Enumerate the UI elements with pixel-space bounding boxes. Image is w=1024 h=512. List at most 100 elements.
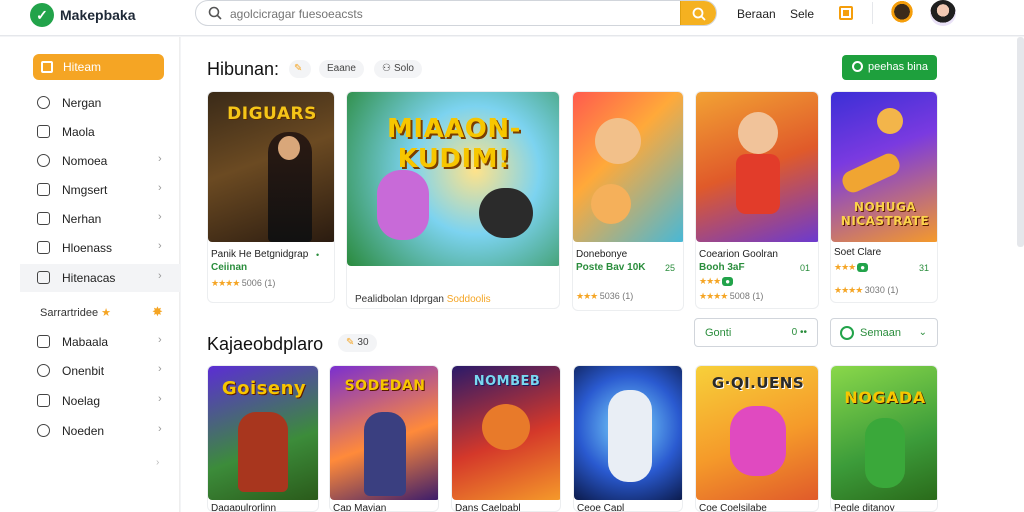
section-label: Sarrartridee: [40, 307, 99, 319]
sidebar-item-label: Hiteam: [63, 60, 102, 74]
game-rating-count: 5036 (1): [599, 291, 634, 301]
game-art-title: NOMBEB: [473, 374, 541, 389]
game-card-9[interactable]: Ceoe Capl: [573, 365, 683, 512]
game-card-8[interactable]: NOMBEB Dans Caelpabl: [451, 365, 561, 512]
game-card-4[interactable]: Coearion Goolran Booh 3aF ★★★ ● ★★★★ 5008…: [695, 91, 819, 309]
sidebar-item-5[interactable]: Nerhan ›: [20, 205, 180, 233]
game-card-1[interactable]: DIGUARS Panik He Betgnidgrap Ceiinan ★★★…: [207, 91, 335, 303]
chevron-right-icon: ›: [158, 363, 162, 375]
sidebar-item-9[interactable]: Onenbit ›: [20, 357, 180, 385]
chip-filter-1[interactable]: Eaane: [319, 60, 364, 78]
game-rating: ★★★★ 5006 (1): [211, 278, 275, 289]
game-card-7[interactable]: SODEDAN Cap Mayian: [329, 365, 439, 512]
game-artwork: [696, 92, 818, 242]
sidebar-item-11[interactable]: Noeden ›: [20, 417, 180, 445]
search-input[interactable]: [230, 5, 670, 23]
sidebar-item-3[interactable]: Nomoea ›: [20, 147, 180, 175]
bookmark-icon: [37, 125, 50, 138]
sidebar-item-label: Nergan: [62, 96, 102, 110]
game-name-text: Pealidbolan Idprgan: [355, 294, 444, 305]
game-card-5[interactable]: NOHUGA NICASTRATE Soet Clare ★★★ ● ★★★★ 3…: [830, 91, 938, 303]
grid-icon: [37, 212, 50, 225]
game-name: Ceoe Capl: [577, 503, 625, 512]
brand-name[interactable]: Makepbaka: [60, 7, 135, 23]
boy-face: [595, 118, 641, 164]
game-badge: 25: [665, 263, 676, 273]
game-name: Dagapulrorlinn: [211, 503, 277, 512]
filter-label: Semaan: [860, 327, 901, 339]
chip-icon-button[interactable]: ✎: [289, 60, 311, 78]
filter-circle-icon: [840, 326, 854, 340]
vertical-scrollbar[interactable]: [1017, 37, 1024, 247]
monitor-icon: [37, 183, 50, 196]
user-avatar[interactable]: [930, 0, 956, 26]
chevron-right-icon: ›: [158, 240, 162, 252]
sidebar-item-label: Maola: [62, 125, 95, 139]
game-card-6[interactable]: Goiseny Dagapulrorlinn: [207, 365, 319, 512]
sidebar-item-label: Nerhan: [62, 212, 102, 226]
chevron-right-icon: ›: [158, 182, 162, 194]
game-art-title: SODEDAN: [344, 378, 426, 394]
document-icon: [37, 241, 50, 254]
game-artwork: MIAAON-KUDIM!: [347, 92, 559, 266]
rabbit-figure: [608, 390, 652, 482]
game-card-3[interactable]: Donebonye Poste Bav 10K ★★★ 5036 (1) 25: [572, 91, 684, 311]
notification-icon[interactable]: [839, 6, 853, 20]
tag-icon: ✎: [294, 63, 303, 74]
sidebar-item-4[interactable]: Nmgsert ›: [20, 176, 180, 204]
sidebar-item-active[interactable]: Hiteam: [33, 54, 164, 80]
more-chevron-icon[interactable]: ›: [156, 457, 159, 468]
chip-count[interactable]: ✎ 30: [338, 334, 377, 352]
rating-stars-icon: ★★★★: [699, 291, 728, 301]
filter-dropdown-1[interactable]: Gonti 0 ••: [694, 318, 818, 347]
star-icon: ★: [101, 307, 112, 319]
chip-filter-2[interactable]: ⚇ Solo: [374, 60, 422, 78]
game-name: Coearion Goolran: [699, 249, 778, 260]
game-artwork: G·QI.UENS: [696, 366, 818, 500]
game-artwork: NOGADA: [831, 366, 937, 500]
pink-creature: [730, 406, 786, 476]
sidebar-item-1[interactable]: Nergan: [20, 89, 180, 117]
search-button[interactable]: [680, 1, 716, 25]
header-link-2[interactable]: Sele: [790, 7, 814, 21]
game-rating-count: 5008 (1): [729, 291, 764, 301]
sidebar-item-label: Nomoea: [62, 154, 108, 168]
chevron-right-icon: ›: [158, 153, 162, 165]
game-artwork: NOHUGA NICASTRATE: [831, 92, 937, 242]
green-action-button[interactable]: peehas bina: [842, 55, 937, 80]
game-subtitle: Booh 3aF: [699, 262, 745, 273]
list-icon: [37, 271, 50, 284]
app-logo-icon[interactable]: ✓: [30, 3, 54, 27]
game-name: Donebonye: [576, 249, 628, 260]
ninja-figure: [364, 412, 406, 496]
search-bar: [195, 0, 717, 26]
rating-stars-icon: ★★★★: [211, 278, 240, 288]
sidebar-item-6[interactable]: Hloenass ›: [20, 234, 180, 262]
rating-stars-icon: ★★★: [699, 276, 721, 286]
game-card-2-featured[interactable]: MIAAON-KUDIM! Pealidbolan Idprgan Soddoo…: [346, 91, 560, 309]
calculator-icon: [37, 335, 50, 348]
game-card-10[interactable]: G·QI.UENS Coe Coelsilabe: [695, 365, 819, 512]
filter-indicator: 0 ••: [791, 327, 807, 338]
game-art-title: G·QI.UENS: [711, 374, 805, 392]
dark-creature: [479, 188, 533, 238]
game-card-11[interactable]: NOGADA Pegle ditanoy: [830, 365, 938, 512]
rating-stars-icon: ★★★: [576, 291, 598, 301]
game-badge: 01: [800, 263, 811, 273]
filter-dropdown-2[interactable]: Semaan ⌄: [830, 318, 938, 347]
chevron-right-icon: ›: [158, 211, 162, 223]
green-action-label: peehas bina: [868, 61, 928, 73]
game-artwork: [574, 366, 682, 500]
game-art-title: NOHUGA NICASTRATE: [840, 200, 930, 228]
sidebar-item-label: Noelag: [62, 394, 101, 408]
sidebar-item-8[interactable]: Mabaala ›: [20, 328, 180, 356]
mascot-avatar[interactable]: [889, 0, 915, 26]
starred-icon[interactable]: ✸: [152, 304, 163, 320]
sidebar-item-10[interactable]: Noelag ›: [20, 387, 180, 415]
people-icon: ⚇: [382, 63, 391, 74]
sidebar-item-7[interactable]: Hitenacas ›: [20, 264, 180, 292]
search-icon: [208, 6, 222, 20]
purple-creature: [377, 170, 429, 240]
header-link-1[interactable]: Beraan: [737, 7, 776, 21]
sidebar-item-2[interactable]: Maola: [20, 118, 180, 146]
